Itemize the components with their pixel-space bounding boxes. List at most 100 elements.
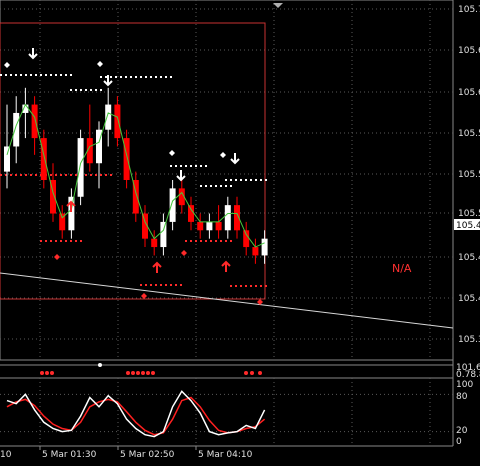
support-dots [40,240,42,242]
support-dots [235,285,237,287]
price-label: 105.6 [458,46,480,56]
support-dots [65,174,67,176]
support-dots [150,284,152,286]
resistance-dots [215,185,217,187]
support-dots [190,240,192,242]
support-dots [225,240,227,242]
support-dots [55,174,57,176]
indicator-strip: 101.6 0.78.8 [40,363,480,380]
support-dots [170,284,172,286]
resistance-dots [150,76,152,78]
resistance-dots [95,89,97,91]
resistance-dots [230,185,232,187]
strip-dot [250,371,254,375]
resistance-dots [210,185,212,187]
support-dots [140,284,142,286]
current-price-label: 105.4 [456,221,480,231]
candle-body [224,205,231,231]
support-dots [85,174,87,176]
candle-body [197,221,204,231]
time-label: 10 [0,450,12,460]
candle-body [160,221,167,248]
price-label: 105.5 [458,209,480,219]
support-dots [30,174,32,176]
resistance-dots [205,185,207,187]
resistance-dots [140,76,142,78]
chart-shift-marker-icon[interactable] [273,3,283,8]
resistance-dots [100,89,102,91]
resistance-dots [105,76,107,78]
strip-dot [136,371,140,375]
support-dots [165,284,167,286]
price-label: 105.3 [458,335,480,345]
strip-label: 0.78.8 [456,370,480,380]
support-dots [185,240,187,242]
support-dots [215,240,217,242]
support-dots [25,174,27,176]
trading-chart-window[interactable]: N/A 105.7 105.6 105.6 105.5 105.5 105.5 … [0,0,480,462]
support-dots [50,240,52,242]
resistance-dots [75,89,77,91]
resistance-dots [170,165,172,167]
price-label: 105.6 [458,88,480,98]
candle-body [151,238,158,248]
support-dots [50,174,52,176]
candles [4,87,268,264]
chart-canvas[interactable]: N/A 105.7 105.6 105.6 105.5 105.5 105.5 … [0,0,480,462]
trend-line[interactable] [0,272,454,329]
candle-body [169,188,176,222]
support-dots [75,174,77,176]
diamond-marker [141,293,147,299]
oscillator-label: 20 [456,426,468,436]
support-dots [20,174,22,176]
resistance-dots [200,165,202,167]
oscillator-main-line [6,390,266,438]
support-dots [145,284,147,286]
candle-body [105,104,112,130]
resistance-dots [135,76,137,78]
strip-dot [98,363,102,367]
resistance-dots [265,179,267,181]
time-label: 5 Mar 02:50 [120,450,175,460]
support-dots [70,174,72,176]
diamond-marker [4,62,10,68]
strip-dot [131,371,135,375]
price-label: 105.4 [458,253,480,263]
resistance-dots [45,74,47,76]
price-label: 105.5 [458,170,480,180]
up-arrow-icon [221,260,231,272]
support-dots [250,285,252,287]
resistance-dots [230,179,232,181]
support-dots [75,240,77,242]
price-label: 105.7 [458,5,480,15]
candle-body [261,238,268,256]
resistance-dots [30,74,32,76]
resistance-dots [120,76,122,78]
oscillator-label: 80 [456,392,468,402]
support-dots [95,174,97,176]
resistance-dots [205,165,207,167]
support-dots [90,174,92,176]
candle-body [31,104,38,139]
time-label: 5 Mar 01:30 [42,450,97,460]
resistance-dots [110,76,112,78]
resistance-dots [125,76,127,78]
resistance-dots [255,179,257,181]
resistance-dots [260,179,262,181]
support-dots [60,240,62,242]
price-label: 105.5 [458,129,480,139]
support-dots [110,174,112,176]
support-dots [160,284,162,286]
down-arrow-icon [176,170,186,182]
resistance-dots [90,89,92,91]
resistance-dots [185,165,187,167]
diamond-marker [97,61,103,67]
oscillator-label: 100 [456,380,473,390]
resistance-dots [55,74,57,76]
resistance-dots [220,185,222,187]
down-arrow-icon [230,153,240,165]
resistance-dots [10,74,12,76]
support-dots [220,240,222,242]
strip-dot [244,371,248,375]
resistance-dots [50,74,52,76]
